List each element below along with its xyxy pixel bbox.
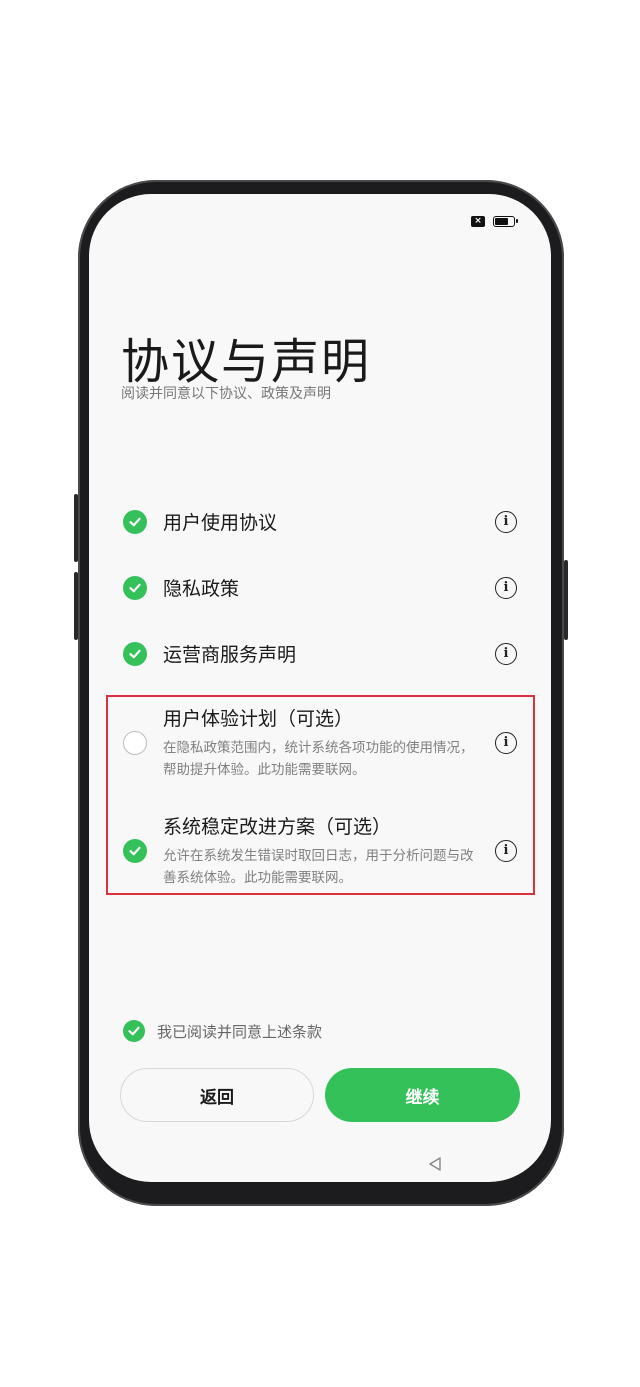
item-description: 允许在系统发生错误时取回日志，用于分析问题与改善系统体验。此功能需要联网。 [163, 848, 474, 886]
item-stability-improvement[interactable]: 系统稳定改进方案（可选） 允许在系统发生错误时取回日志，用于分析问题与改善系统体… [123, 812, 517, 889]
check-icon [123, 641, 147, 666]
agree-label: 我已阅读并同意上述条款 [157, 1022, 323, 1041]
item-label: 用户使用协议 [163, 512, 278, 534]
item-label: 隐私政策 [163, 578, 240, 600]
info-icon[interactable]: i [495, 839, 517, 862]
check-icon [123, 1020, 145, 1042]
info-icon[interactable]: i [495, 731, 517, 754]
check-icon[interactable] [123, 838, 147, 863]
item-user-experience-plan[interactable]: 用户体验计划（可选） 在隐私政策范围内，统计系统各项功能的使用情况，帮助提升体验… [123, 704, 517, 781]
item-user-agreement[interactable]: 用户使用协议 i [123, 508, 517, 535]
status-bar: × [471, 216, 518, 227]
unchecked-circle-icon[interactable] [123, 730, 147, 755]
nav-back-icon[interactable] [427, 1156, 443, 1176]
page-subtitle: 阅读并同意以下协议、政策及声明 [121, 386, 331, 402]
item-carrier-statement[interactable]: 运营商服务声明 i [123, 640, 517, 667]
check-icon [123, 575, 147, 600]
info-icon[interactable]: i [495, 510, 517, 533]
item-title: 用户体验计划（可选） [163, 708, 354, 730]
info-icon[interactable]: i [495, 576, 517, 599]
item-label: 运营商服务声明 [163, 644, 297, 666]
agree-checkbox[interactable]: 我已阅读并同意上述条款 [123, 1020, 322, 1042]
continue-button[interactable]: 继续 [325, 1068, 520, 1122]
screen: × 协议与声明 阅读并同意以下协议、政策及声明 用户使用协议 i 隐私政策 i … [89, 194, 551, 1182]
item-title: 系统稳定改进方案（可选） [163, 816, 392, 838]
check-icon [123, 509, 147, 534]
no-sim-icon: × [471, 216, 485, 227]
side-button-right [564, 560, 568, 640]
info-icon[interactable]: i [495, 642, 517, 665]
page-title: 协议与声明 [121, 334, 372, 390]
item-description: 在隐私政策范围内，统计系统各项功能的使用情况，帮助提升体验。此功能需要联网。 [163, 740, 474, 778]
back-button[interactable]: 返回 [120, 1068, 314, 1122]
battery-icon [493, 216, 518, 227]
item-privacy-policy[interactable]: 隐私政策 i [123, 574, 517, 601]
